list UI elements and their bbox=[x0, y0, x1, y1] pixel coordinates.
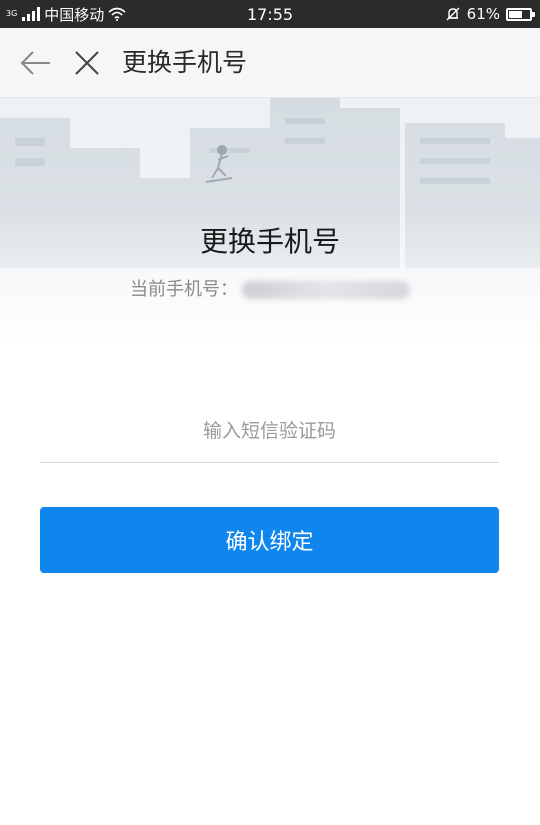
hero-banner: 更换手机号 当前手机号： bbox=[0, 98, 540, 348]
confirm-bind-button[interactable]: 确认绑定 bbox=[40, 507, 499, 573]
hero-title: 更换手机号 bbox=[199, 225, 340, 258]
close-icon[interactable] bbox=[72, 48, 102, 78]
current-phone: 当前手机号： bbox=[0, 275, 540, 301]
nav-bar: 更换手机号 bbox=[0, 28, 540, 98]
current-phone-label: 当前手机号： bbox=[130, 279, 238, 300]
page-title: 更换手机号 bbox=[122, 48, 248, 77]
status-bar: 3G 中国移动 17:55 61% bbox=[0, 0, 540, 28]
battery-percent: 61% bbox=[466, 5, 500, 23]
battery-icon bbox=[506, 7, 535, 21]
arrow-left-icon[interactable] bbox=[18, 48, 54, 78]
masked-phone-number bbox=[242, 281, 410, 299]
battery-level-fill bbox=[509, 10, 523, 18]
status-right: 61% bbox=[445, 0, 535, 28]
sms-code-input[interactable] bbox=[40, 400, 499, 463]
mute-bell-icon bbox=[446, 7, 460, 21]
